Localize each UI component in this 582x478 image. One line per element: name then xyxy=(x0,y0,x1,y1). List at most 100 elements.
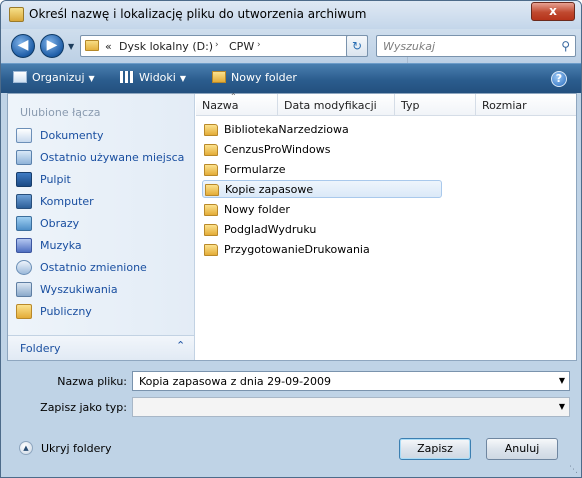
forward-button[interactable]: ▶ xyxy=(40,34,64,58)
sidebar-item-label: Ostatnio używane miejsca xyxy=(40,151,185,164)
breadcrumb-separator[interactable]: › xyxy=(215,40,219,50)
navigation-pane: Ulubione łącza Dokumenty Ostatnio używan… xyxy=(8,94,195,360)
file-name: CenzusProWindows xyxy=(224,143,331,156)
column-header-label: Nazwa xyxy=(202,99,239,112)
chevron-up-icon: ▲ xyxy=(19,441,33,455)
sidebar-item-label: Muzyka xyxy=(40,239,82,252)
folders-toggle[interactable]: Foldery ⌃ xyxy=(8,335,194,360)
sidebar-item-documents[interactable]: Dokumenty xyxy=(16,126,191,146)
filename-label: Nazwa pliku: xyxy=(57,375,127,388)
file-name: Nowy folder xyxy=(224,203,290,216)
folder-icon xyxy=(204,144,218,156)
file-row[interactable]: Nowy folder xyxy=(202,201,442,219)
folder-icon xyxy=(205,184,219,196)
documents-icon xyxy=(16,128,32,143)
sidebar-item-pictures[interactable]: Obrazy xyxy=(16,214,191,234)
column-header-label: Data modyfikacji xyxy=(284,99,377,112)
column-header-date[interactable]: Data modyfikacji xyxy=(278,94,395,116)
file-row[interactable]: PodgladWydruku xyxy=(202,221,442,239)
file-row[interactable]: Formularze xyxy=(202,161,442,179)
resize-grip-icon[interactable]: ⋱ xyxy=(569,465,578,475)
help-icon[interactable]: ? xyxy=(551,71,567,87)
recently-changed-icon xyxy=(16,260,32,275)
search-placeholder: Wyszukaj xyxy=(383,40,436,53)
sidebar-item-public[interactable]: Publiczny xyxy=(16,302,191,322)
organize-icon xyxy=(13,71,27,83)
folder-icon xyxy=(204,224,218,236)
sidebar-item-searches[interactable]: Wyszukiwania xyxy=(16,280,191,300)
new-folder-label: Nowy folder xyxy=(231,71,297,84)
sidebar-item-label: Dokumenty xyxy=(40,129,104,142)
file-row-selected[interactable]: Kopie zapasowe xyxy=(202,180,442,198)
savetype-select[interactable]: ▼ xyxy=(132,397,570,417)
folder-icon xyxy=(204,164,218,176)
search-icon[interactable]: ⚲ xyxy=(561,39,570,53)
organize-label: Organizuj xyxy=(32,71,85,84)
search-input[interactable]: Wyszukaj ⚲ xyxy=(376,35,576,57)
recent-places-icon xyxy=(16,150,32,165)
desktop-icon xyxy=(16,172,32,187)
views-icon xyxy=(120,71,134,83)
folder-icon xyxy=(85,40,99,51)
column-header-type[interactable]: Typ xyxy=(395,94,476,116)
savetype-label: Zapisz jako typ: xyxy=(40,401,127,414)
new-folder-button[interactable]: Nowy folder xyxy=(212,71,297,84)
sidebar-item-label: Publiczny xyxy=(40,305,92,318)
organize-button[interactable]: Organizuj ▼ xyxy=(13,71,95,84)
save-button[interactable]: Zapisz xyxy=(399,438,471,460)
chevron-down-icon: ▼ xyxy=(88,74,95,83)
column-header-size[interactable]: Rozmiar xyxy=(476,94,576,116)
file-row[interactable]: PrzygotowanieDrukowania xyxy=(202,241,442,259)
back-button[interactable]: ◀ xyxy=(11,34,35,58)
sidebar-item-desktop[interactable]: Pulpit xyxy=(16,170,191,190)
arrow-right-icon: ▶ xyxy=(46,37,58,53)
close-button[interactable]: x xyxy=(531,2,575,21)
chevron-up-icon: ⌃ xyxy=(176,339,186,352)
file-name: Kopie zapasowe xyxy=(225,183,314,196)
save-dialog: Określ nazwę i lokalizację pliku do utwo… xyxy=(0,0,582,478)
sidebar-item-label: Ostatnio zmienione xyxy=(40,261,147,274)
window-title: Określ nazwę i lokalizację pliku do utwo… xyxy=(29,7,367,21)
breadcrumb-separator[interactable]: › xyxy=(257,40,261,50)
refresh-button[interactable]: ↻ xyxy=(346,35,368,57)
views-button[interactable]: Widoki ▼ xyxy=(120,71,186,84)
sidebar-item-recent-places[interactable]: Ostatnio używane miejsca xyxy=(16,148,191,168)
searches-icon xyxy=(16,282,32,297)
column-header-label: Typ xyxy=(401,99,420,112)
file-name: BibliotekaNarzedziowa xyxy=(224,123,349,136)
column-header-label: Rozmiar xyxy=(482,99,527,112)
chevron-down-icon[interactable]: ▼ xyxy=(559,376,565,385)
browser-area: Ulubione łącza Dokumenty Ostatnio używan… xyxy=(7,92,577,361)
address-bar[interactable]: « Dysk lokalny (D:) › CPW › ▼ xyxy=(80,35,418,64)
file-name: PodgladWydruku xyxy=(224,223,317,236)
cancel-button[interactable]: Anuluj xyxy=(486,438,558,460)
filename-value: Kopia zapasowa z dnia 29-09-2009 xyxy=(139,375,332,388)
refresh-icon: ↻ xyxy=(351,39,363,53)
public-folder-icon xyxy=(16,304,32,319)
folder-icon xyxy=(204,124,218,136)
sidebar-item-computer[interactable]: Komputer xyxy=(16,192,191,212)
breadcrumb-overflow[interactable]: « xyxy=(105,40,112,53)
column-header-name[interactable]: ⌃ Nazwa xyxy=(196,92,278,116)
filename-field[interactable]: Kopia zapasowa z dnia 29-09-2009 ▼ xyxy=(132,371,570,391)
sidebar-item-recently-changed[interactable]: Ostatnio zmienione xyxy=(16,258,191,278)
sidebar-item-music[interactable]: Muzyka xyxy=(16,236,191,256)
file-row[interactable]: BibliotekaNarzedziowa xyxy=(202,121,442,139)
folder-icon xyxy=(204,244,218,256)
chevron-down-icon[interactable]: ▼ xyxy=(559,402,565,411)
file-row[interactable]: CenzusProWindows xyxy=(202,141,442,159)
sidebar-item-label: Pulpit xyxy=(40,173,71,186)
views-label: Widoki xyxy=(139,71,176,84)
sidebar-item-label: Obrazy xyxy=(40,217,80,230)
recent-pages-dropdown[interactable]: ▼ xyxy=(68,42,74,51)
breadcrumb-segment-folder[interactable]: CPW xyxy=(229,40,254,53)
hide-folders-label: Ukryj foldery xyxy=(41,442,112,455)
folder-icon xyxy=(204,204,218,216)
breadcrumb-segment-drive[interactable]: Dysk lokalny (D:) xyxy=(119,40,213,53)
chevron-down-icon: ▼ xyxy=(179,74,186,83)
computer-icon xyxy=(16,194,32,209)
title-bar[interactable]: Określ nazwę i lokalizację pliku do utwo… xyxy=(1,1,581,29)
arrow-left-icon: ◀ xyxy=(17,37,29,53)
folders-label: Foldery xyxy=(20,342,61,355)
file-list: ⌃ Nazwa Data modyfikacji Typ Rozmiar Bib… xyxy=(196,92,576,360)
